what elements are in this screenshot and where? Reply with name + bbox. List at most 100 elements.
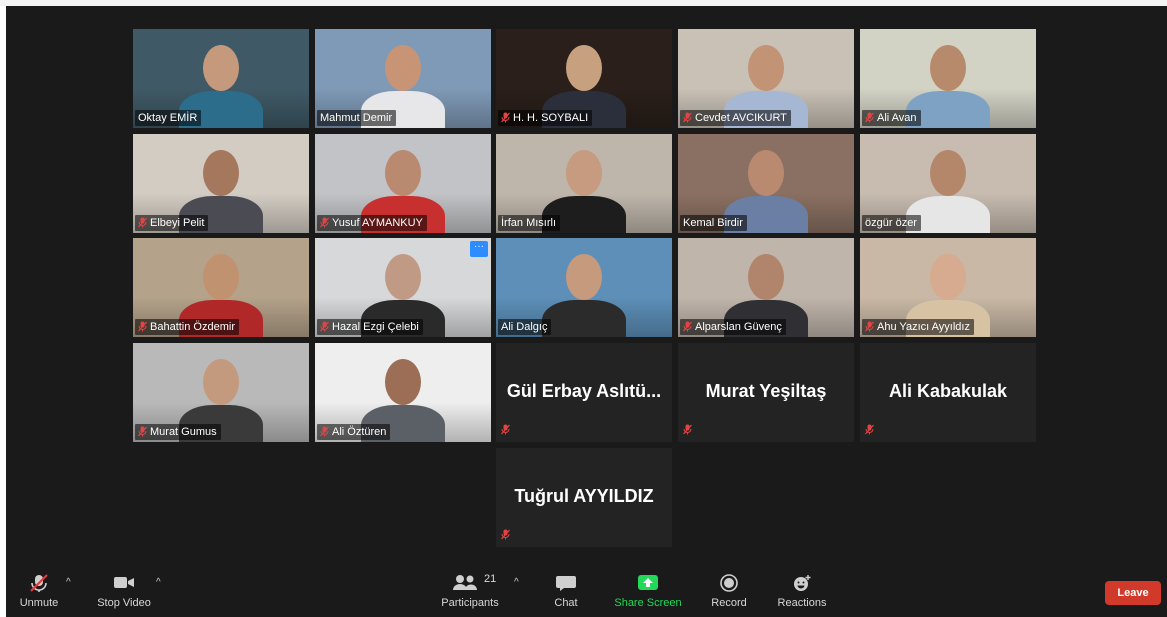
participant-tile[interactable]: Murat Gumus (133, 343, 309, 442)
participant-name: Bahattin Özdemir (150, 321, 235, 333)
participant-count: 21 (484, 573, 497, 585)
participant-silhouette-head (566, 150, 602, 196)
participant-tile[interactable]: Yusuf AYMANKUY (315, 134, 491, 233)
participant-name-tag: Ahu Yazıcı Ayyıldız (862, 319, 974, 335)
participant-silhouette-head (566, 254, 602, 300)
participant-tile[interactable]: Ali Dalgıç (496, 238, 672, 337)
participant-name-tag: Elbeyi Pelit (135, 215, 209, 231)
participant-tile[interactable]: Bahattin Özdemir (133, 238, 309, 337)
muted-mic-icon (501, 112, 510, 123)
participant-silhouette-head (203, 254, 239, 300)
audio-only-tile[interactable]: Gül Erbay Aslıtü... (496, 343, 672, 442)
participant-silhouette-head (203, 359, 239, 405)
participant-silhouette-head (930, 150, 966, 196)
participant-name-tag: Ali Dalgıç (498, 319, 552, 335)
participant-tile[interactable]: Ali Öztüren (315, 343, 491, 442)
share-screen-button[interactable]: Share Screen (610, 573, 686, 609)
participant-name: Murat Gumus (150, 426, 217, 438)
participants-label: Participants (441, 597, 499, 609)
participants-options-caret[interactable]: ^ (514, 577, 519, 588)
participant-tile[interactable]: Mahmut Demir (315, 29, 491, 128)
participant-name: Ali Dalgıç (501, 321, 548, 333)
audio-participant-name: Gül Erbay Aslıtü... (506, 381, 662, 401)
participant-name-tag: Kemal Birdir (680, 215, 747, 231)
microphone-muted-icon (30, 574, 48, 592)
participant-name-tag: Ali Öztüren (317, 424, 391, 440)
participant-name-tag: Hazal Ezgi Çelebi (317, 319, 423, 335)
participant-name-tag: Oktay EMİR (135, 110, 202, 126)
participant-name: Oktay EMİR (138, 112, 198, 124)
chat-bubble-icon (556, 576, 576, 591)
stop-video-label: Stop Video (97, 597, 151, 609)
participant-tile[interactable]: ··· Hazal Ezgi Çelebi (315, 238, 491, 337)
participant-silhouette-head (385, 150, 421, 196)
leave-button[interactable]: Leave (1105, 581, 1161, 605)
participant-name: Elbeyi Pelit (150, 217, 205, 229)
audio-only-tile[interactable]: Murat Yeşiltaş (678, 343, 854, 442)
participant-name: Ali Avan (877, 112, 917, 124)
participants-button[interactable]: 21 Participants (436, 573, 504, 609)
muted-mic-icon (501, 529, 510, 540)
muted-mic-icon (138, 217, 147, 228)
audio-participant-name: Ali Kabakulak (888, 381, 1008, 401)
participant-name-tag: İrfan Mısırlı (498, 215, 561, 231)
participant-name-tag: Alparslan Güvenç (680, 319, 786, 335)
share-screen-icon (638, 575, 658, 590)
participant-name: Kemal Birdir (683, 217, 743, 229)
participant-name: Cevdet AVCIKURT (695, 112, 787, 124)
participant-tile[interactable]: Cevdet AVCIKURT (678, 29, 854, 128)
muted-mic-icon (320, 321, 329, 332)
reactions-button[interactable]: Reactions (772, 573, 832, 609)
chat-label: Chat (554, 597, 578, 609)
participant-silhouette-head (385, 254, 421, 300)
audio-participant-name: Murat Yeşiltaş (705, 381, 827, 401)
muted-mic-icon (501, 424, 510, 435)
participant-name: H. H. SOYBALI (513, 112, 589, 124)
participant-tile[interactable]: H. H. SOYBALI (496, 29, 672, 128)
participant-silhouette-head (385, 359, 421, 405)
participant-tile[interactable]: Kemal Birdir (678, 134, 854, 233)
participant-tile[interactable]: Elbeyi Pelit (133, 134, 309, 233)
participant-name-tag: H. H. SOYBALI (498, 110, 593, 126)
participant-name-tag: Murat Gumus (135, 424, 221, 440)
participant-tile[interactable]: Oktay EMİR (133, 29, 309, 128)
meeting-toolbar: Unmute ^ Stop Video ^ 21 Participants ^ … (6, 569, 1167, 617)
participant-name: Ali Öztüren (332, 426, 387, 438)
muted-mic-icon (683, 321, 692, 332)
participant-silhouette-head (203, 150, 239, 196)
muted-mic-icon (138, 426, 147, 437)
muted-mic-icon (865, 112, 874, 123)
stop-video-button[interactable]: Stop Video (94, 573, 154, 609)
participant-tile[interactable]: Ahu Yazıcı Ayyıldız (860, 238, 1036, 337)
chat-button[interactable]: Chat (546, 573, 586, 609)
participant-silhouette-head (203, 45, 239, 91)
share-screen-label: Share Screen (614, 597, 682, 609)
participant-name-tag: Ali Avan (862, 110, 921, 126)
participant-name-tag: özgür özer (862, 215, 921, 231)
muted-mic-icon (683, 112, 692, 123)
audio-participant-name: Tuğrul AYYILDIZ (514, 486, 654, 506)
muted-indicator (501, 420, 513, 438)
participant-tile[interactable]: İrfan Mısırlı (496, 134, 672, 233)
participant-name: özgür özer (865, 217, 917, 229)
participant-tile[interactable]: Alparslan Güvenç (678, 238, 854, 337)
audio-options-caret[interactable]: ^ (66, 577, 71, 588)
participant-name: İrfan Mısırlı (501, 217, 557, 229)
audio-only-tile[interactable]: Ali Kabakulak (860, 343, 1036, 442)
more-options-button[interactable]: ··· (470, 241, 488, 257)
record-button[interactable]: Record (706, 573, 752, 609)
participant-silhouette-head (930, 45, 966, 91)
record-icon (720, 574, 738, 592)
participant-name: Alparslan Güvenç (695, 321, 782, 333)
muted-mic-icon (320, 217, 329, 228)
participant-name: Yusuf AYMANKUY (332, 217, 423, 229)
participant-tile[interactable]: Ali Avan (860, 29, 1036, 128)
participant-silhouette-head (930, 254, 966, 300)
participant-silhouette-body (542, 300, 626, 337)
muted-indicator (865, 420, 877, 438)
video-options-caret[interactable]: ^ (156, 577, 161, 588)
audio-only-tile[interactable]: Tuğrul AYYILDIZ (496, 448, 672, 547)
unmute-button[interactable]: Unmute (16, 573, 62, 609)
participant-tile[interactable]: özgür özer (860, 134, 1036, 233)
participant-silhouette-head (748, 45, 784, 91)
